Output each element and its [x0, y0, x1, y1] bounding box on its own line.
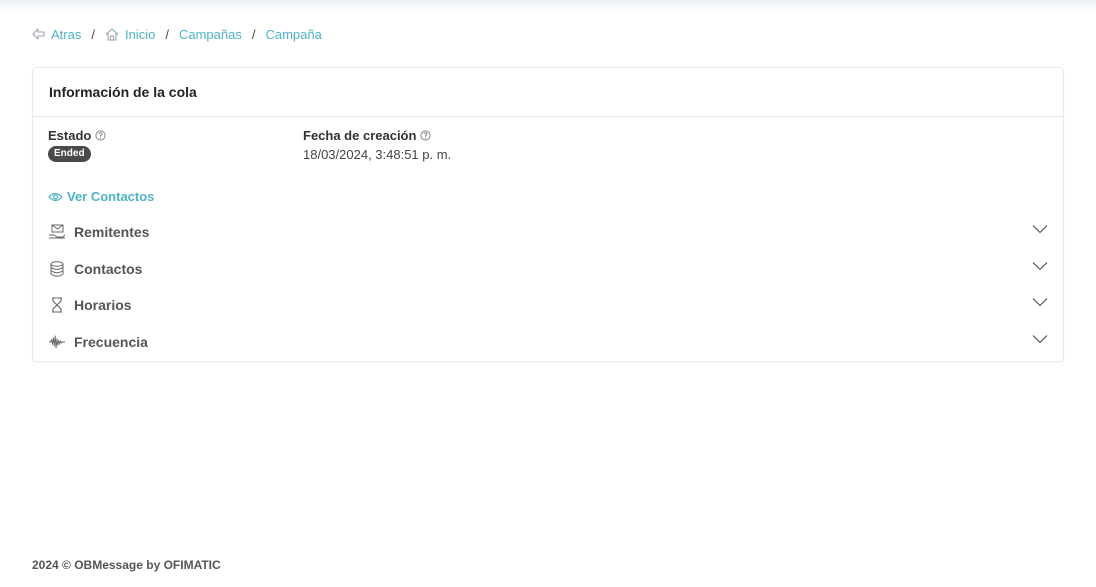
- section-remitentes[interactable]: Remitentes: [48, 220, 1048, 244]
- status-badge: Ended: [48, 146, 91, 162]
- breadcrumb-separator: /: [91, 26, 95, 42]
- breadcrumb-separator: /: [251, 26, 256, 42]
- breadcrumb: Atras / Inicio / Campañas / Campaña: [32, 26, 322, 42]
- section-label: Remitentes: [74, 224, 150, 240]
- section-horarios[interactable]: Horarios: [48, 293, 1048, 317]
- section-contactos[interactable]: Contactos: [48, 257, 1048, 281]
- section-label: Horarios: [74, 297, 132, 313]
- sender-icon: [48, 223, 66, 241]
- breadcrumb-separator: /: [165, 26, 169, 42]
- back-arrow-icon: [32, 28, 45, 40]
- chevron-down-icon: [1032, 335, 1048, 344]
- section-frecuencia[interactable]: Frecuencia: [48, 330, 1048, 354]
- view-contacts-link[interactable]: Ver Contactos: [48, 189, 154, 204]
- card-title: Información de la cola: [33, 68, 1063, 117]
- section-label: Frecuencia: [74, 334, 148, 350]
- view-contacts-label: Ver Contactos: [67, 189, 155, 204]
- queue-info-card: Información de la cola Estado Ended Fech…: [32, 67, 1064, 362]
- waveform-icon: [48, 333, 66, 351]
- section-label: Contactos: [74, 261, 143, 277]
- breadcrumb-home[interactable]: Inicio: [105, 27, 155, 42]
- created-label: Fecha de creación: [303, 128, 417, 143]
- chevron-down-icon: [1032, 298, 1048, 307]
- breadcrumb-home-label: Inicio: [124, 26, 156, 42]
- top-bar-shadow: [0, 0, 1096, 14]
- hourglass-icon: [48, 296, 66, 314]
- help-icon[interactable]: [420, 130, 432, 141]
- chevron-down-icon: [1032, 262, 1048, 271]
- home-icon: [105, 27, 119, 41]
- breadcrumb-campaign[interactable]: Campaña: [265, 27, 321, 42]
- status-label: Estado: [48, 128, 92, 143]
- help-icon[interactable]: [95, 130, 106, 141]
- created-value: 18/03/2024, 3:48:51 p. m.: [303, 147, 452, 162]
- breadcrumb-campaigns[interactable]: Campañas: [179, 27, 242, 42]
- chevron-down-icon: [1032, 225, 1048, 234]
- database-icon: [48, 260, 66, 278]
- status-field-label: Estado: [48, 128, 106, 143]
- created-field-label: Fecha de creación: [303, 128, 432, 143]
- back-link[interactable]: Atras: [32, 27, 81, 42]
- eye-icon: [48, 192, 63, 201]
- back-link-label: Atras: [51, 26, 82, 42]
- footer-copyright: 2024 © OBMessage by OFIMATIC: [32, 558, 221, 572]
